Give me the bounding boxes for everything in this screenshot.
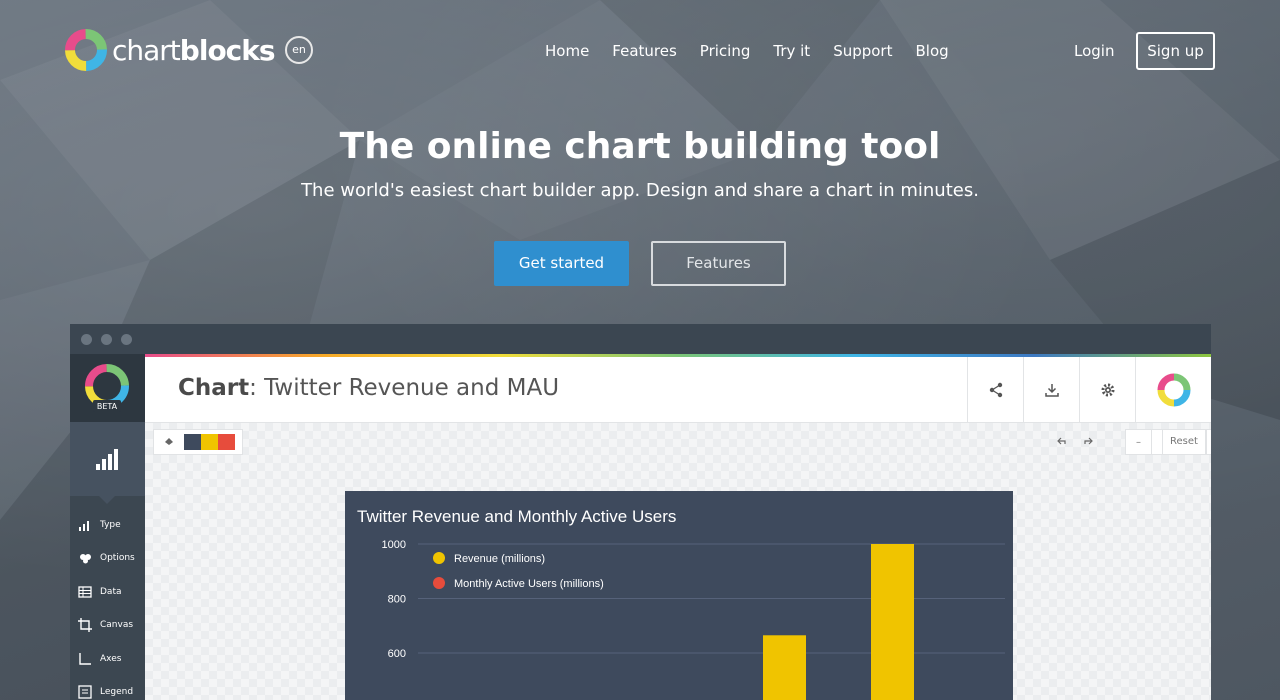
window-dot: [81, 334, 92, 345]
hero-subtitle: The world's easiest chart builder app. D…: [301, 180, 979, 201]
account-button[interactable]: [1135, 357, 1211, 422]
get-started-button[interactable]: Get started: [494, 241, 629, 286]
beta-badge: BETA: [97, 402, 118, 411]
palette-swatch: [218, 434, 235, 450]
chart-name-title[interactable]: Chart: Twitter Revenue and MAU: [178, 375, 559, 401]
y-tick-label: 600: [388, 648, 406, 660]
nav-home[interactable]: Home: [545, 40, 589, 62]
palette-swatch: [184, 434, 201, 450]
y-tick-label: 800: [388, 594, 406, 606]
undo-icon: [1056, 437, 1066, 445]
features-button[interactable]: Features: [651, 241, 786, 286]
sidebar-item-label: Type: [100, 520, 121, 530]
gear-icon: [1101, 383, 1114, 396]
hero-title: The online chart building tool: [339, 126, 941, 167]
legend-marker: [433, 552, 445, 564]
sidebar-item-label: Options: [100, 553, 135, 563]
crop-icon: [78, 618, 92, 632]
nav-pricing[interactable]: Pricing: [700, 40, 751, 62]
chartblocks-logo-icon: [1157, 373, 1191, 406]
brand-wordmark: chartblocks: [112, 33, 276, 67]
chartblocks-beta-logo-icon: BETA: [85, 364, 129, 412]
sidebar-item-label: Canvas: [100, 620, 134, 630]
sidebar-item-data[interactable]: Data: [78, 582, 122, 602]
window-dot: [101, 334, 112, 345]
zoom-in-button[interactable]: +: [1207, 430, 1211, 454]
undo-button[interactable]: [1049, 429, 1074, 453]
legend-icon: [78, 685, 92, 699]
bar: [763, 635, 806, 700]
sidebar-item-legend[interactable]: Legend: [78, 682, 133, 700]
share-icon: [989, 382, 1002, 397]
chartblocks-logo-icon: [65, 29, 107, 71]
language-selector[interactable]: en: [285, 36, 313, 64]
bar-chart-icon: [96, 449, 118, 470]
table-icon: [78, 585, 92, 599]
nav-support[interactable]: Support: [833, 40, 892, 62]
login-link[interactable]: Login: [1074, 40, 1114, 62]
sidebar-item-label: Legend: [100, 687, 134, 697]
signup-button[interactable]: Sign up: [1136, 32, 1215, 70]
redo-button[interactable]: [1075, 429, 1100, 453]
redo-icon: [1083, 437, 1093, 445]
sidebar-item-options[interactable]: Options: [78, 548, 135, 568]
sidebar-item-label: Data: [100, 587, 122, 597]
share-button[interactable]: [967, 357, 1023, 422]
palette-swatch: [201, 434, 218, 450]
sidebar-item-axes[interactable]: Axes: [78, 649, 121, 669]
legend-label: Monthly Active Users (millions): [454, 578, 604, 590]
reset-zoom-button[interactable]: Reset: [1162, 429, 1206, 455]
sidebar-item-label: Axes: [100, 654, 122, 664]
options-icon: [78, 551, 92, 565]
app-preview-window: BETA Type Options Data Canvas Axes Legen…: [70, 324, 1211, 700]
nav-try-it[interactable]: Try it: [773, 40, 810, 62]
minus-icon: –: [1136, 436, 1141, 448]
sidebar-item-type[interactable]: Type: [78, 515, 121, 535]
sidebar-item-canvas[interactable]: Canvas: [78, 615, 133, 635]
bar-chart-icon: [78, 518, 92, 532]
chart-canvas: – 100 % + Reset Twitter Revenue and Mont…: [145, 423, 1211, 700]
download-icon: [1044, 383, 1059, 397]
download-button[interactable]: [1023, 357, 1079, 422]
nav-blog[interactable]: Blog: [915, 40, 948, 62]
chart-preview: Twitter Revenue and Monthly Active Users…: [345, 491, 1013, 700]
settings-button[interactable]: [1079, 357, 1135, 422]
y-tick-label: 1000: [382, 539, 406, 551]
bar: [871, 544, 914, 700]
paint-drop-icon: [165, 438, 173, 445]
bar-chart: Twitter Revenue and Monthly Active Users…: [357, 507, 1005, 700]
nav-features[interactable]: Features: [612, 40, 677, 62]
editor-sidebar: BETA Type Options Data Canvas Axes Legen…: [70, 354, 145, 700]
active-indicator: [99, 496, 115, 504]
chart-header: Chart: Twitter Revenue and MAU: [145, 357, 1211, 423]
chart-title: Twitter Revenue and Monthly Active Users: [357, 507, 676, 526]
window-titlebar: [70, 324, 1211, 354]
window-dot: [121, 334, 132, 345]
legend-marker: [433, 577, 445, 589]
brand-logo[interactable]: chartblocks: [64, 28, 276, 72]
axes-icon: [78, 652, 92, 666]
main-nav: Home Features Pricing Try it Support Blo…: [545, 40, 972, 62]
color-palette-picker[interactable]: [153, 429, 243, 455]
zoom-out-button[interactable]: –: [1126, 430, 1152, 454]
palette-swatches: [184, 434, 235, 450]
chart-type-button[interactable]: [70, 422, 145, 504]
sidebar-logo[interactable]: BETA: [70, 354, 145, 422]
legend-label: Revenue (millions): [454, 553, 545, 565]
